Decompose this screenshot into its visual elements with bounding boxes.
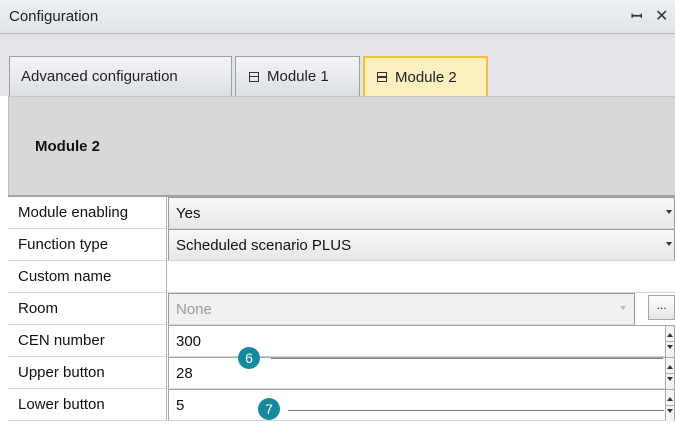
cen-number-value: 300: [176, 333, 202, 350]
panel-titlebar: Configuration ꟷ ✕: [0, 0, 675, 34]
callout-leader-7: [288, 410, 664, 411]
pin-icon[interactable]: ꟷ: [631, 7, 642, 26]
row-upper-button: Upper button 28: [8, 357, 675, 389]
cen-number-label: CEN number: [8, 325, 167, 357]
tab-advanced-configuration[interactable]: Advanced configuration: [9, 56, 232, 96]
row-custom-name: Custom name: [8, 261, 675, 293]
arrow-up-icon: [667, 365, 673, 369]
tab-label: Module 2: [395, 68, 457, 86]
close-icon[interactable]: ✕: [655, 6, 668, 26]
function-type-value: Scheduled scenario PLUS: [176, 237, 352, 254]
chevron-down-icon: [666, 242, 672, 246]
upper-button-stepper[interactable]: [665, 358, 675, 389]
custom-name-label: Custom name: [8, 261, 167, 293]
row-cen-number: CEN number 300: [8, 325, 675, 357]
lower-button-label: Lower button: [8, 389, 167, 421]
panel-title: Configuration: [9, 8, 99, 25]
lower-button-value: 5: [176, 397, 185, 414]
module-icon: [377, 72, 387, 82]
arrow-up-icon: [667, 333, 673, 337]
arrow-down-icon: [667, 345, 673, 349]
upper-button-label: Upper button: [8, 357, 167, 389]
module-title: Module 2: [35, 138, 101, 155]
module-icon: [249, 71, 259, 82]
arrow-down-icon: [667, 409, 673, 413]
room-dropdown[interactable]: None: [168, 293, 635, 325]
row-room: Room None ...: [8, 293, 675, 325]
row-function-type: Function type Scheduled scenario PLUS: [8, 229, 675, 261]
module-header: Module 2: [8, 96, 675, 195]
arrow-down-icon: [667, 377, 673, 381]
module-enabling-dropdown[interactable]: Yes: [168, 197, 675, 229]
room-value: None: [176, 301, 212, 318]
row-lower-button: Lower button 5: [8, 389, 675, 421]
tab-module-2[interactable]: Module 2: [363, 56, 488, 96]
tab-label: Advanced configuration: [21, 68, 178, 85]
custom-name-field[interactable]: [168, 261, 675, 293]
tab-label: Module 1: [267, 68, 329, 85]
chevron-down-icon: [620, 306, 626, 310]
lower-button-stepper[interactable]: [665, 390, 675, 421]
property-grid: Module enabling Yes Function type Schedu…: [8, 195, 675, 445]
chevron-down-icon: [666, 210, 672, 214]
module-enabling-label: Module enabling: [8, 197, 167, 229]
module-enabling-value: Yes: [176, 205, 201, 222]
function-type-dropdown[interactable]: Scheduled scenario PLUS: [168, 229, 675, 261]
tab-module-1[interactable]: Module 1: [235, 56, 360, 96]
room-browse-button[interactable]: ...: [648, 295, 675, 320]
lower-button-input[interactable]: 5: [168, 389, 675, 421]
callout-badge-7: 7: [258, 398, 280, 420]
arrow-up-icon: [667, 397, 673, 401]
callout-badge-6: 6: [238, 347, 260, 369]
function-type-label: Function type: [8, 229, 167, 261]
upper-button-value: 28: [176, 365, 193, 382]
row-module-enabling: Module enabling Yes: [8, 197, 675, 229]
callout-leader-6: [271, 358, 663, 359]
room-label: Room: [8, 293, 167, 325]
cen-number-stepper[interactable]: [665, 326, 675, 357]
